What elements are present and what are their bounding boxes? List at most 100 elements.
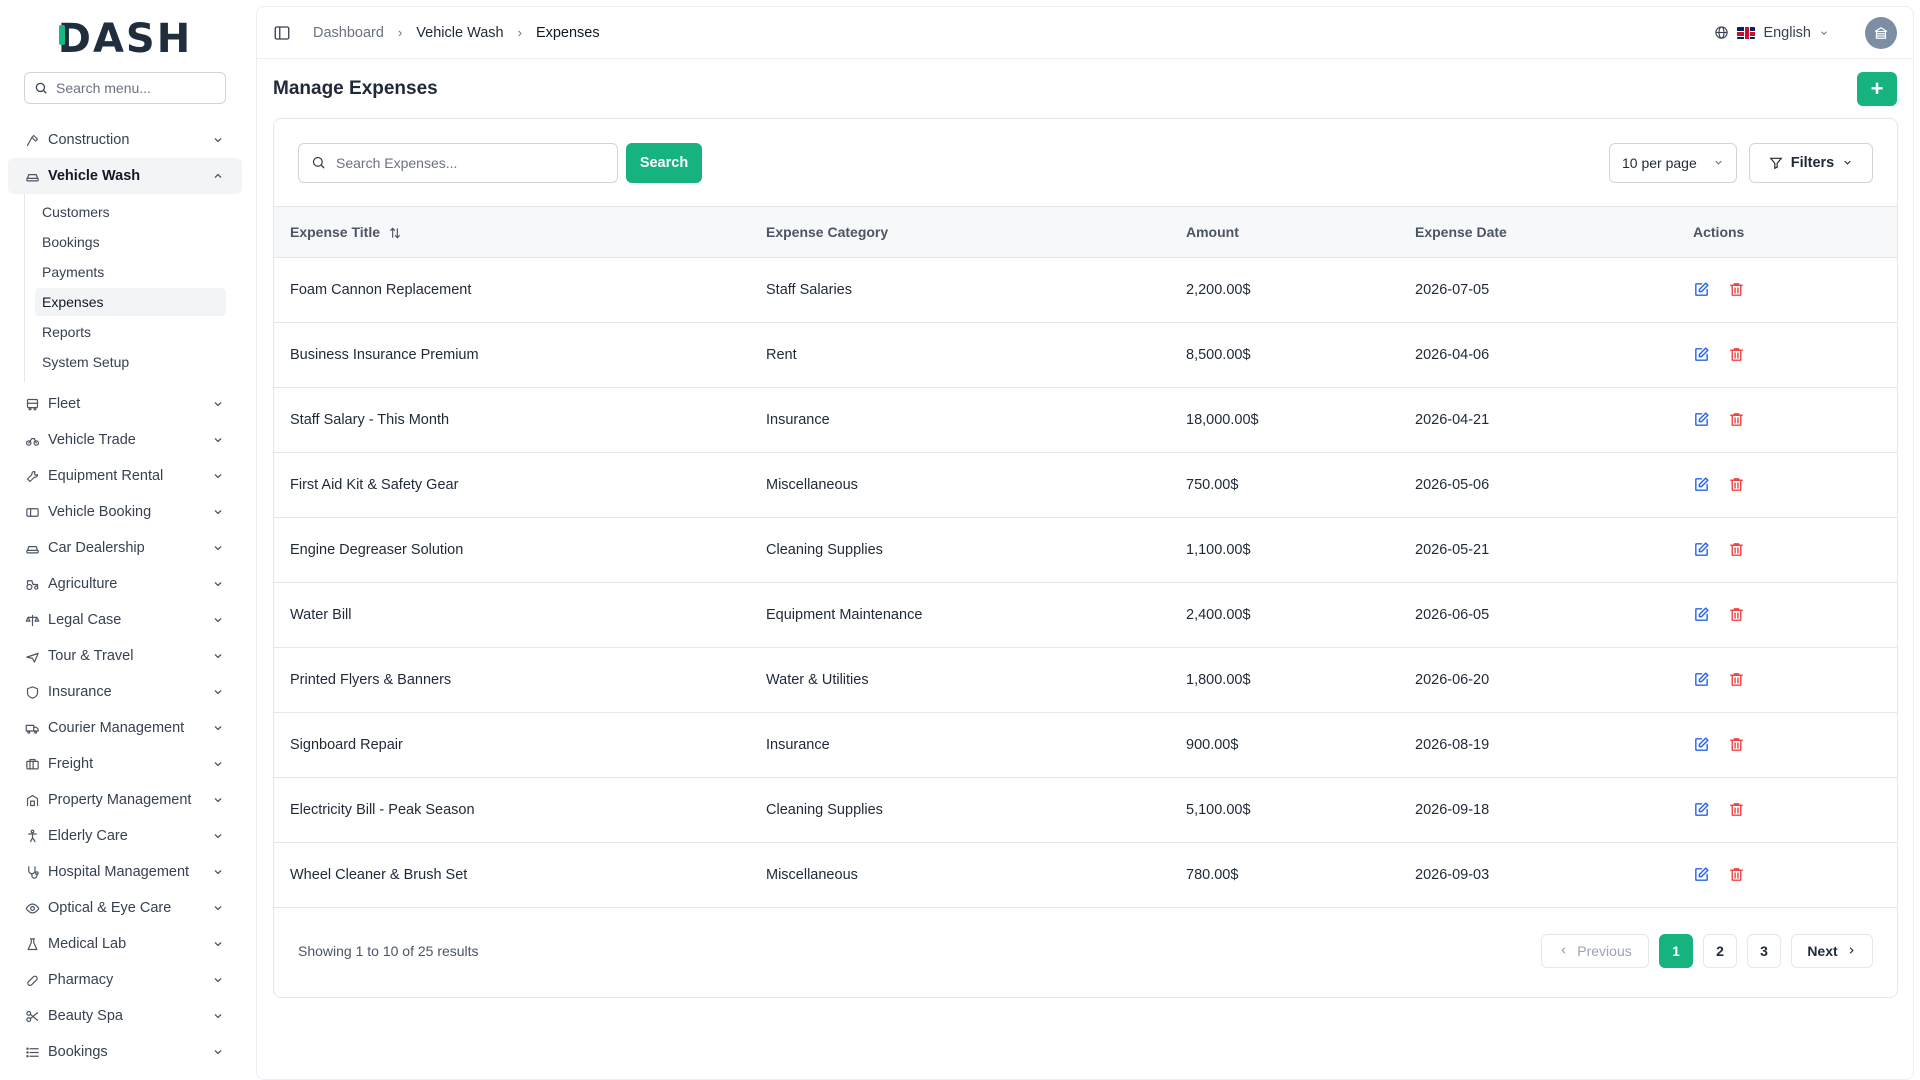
chevron-right-icon: › xyxy=(517,25,522,40)
topbar-right: English xyxy=(1714,16,1897,49)
trash-icon[interactable] xyxy=(1728,346,1745,363)
cell-expense-date: 2026-04-21 xyxy=(1415,411,1490,428)
sidebar-item-freight[interactable]: Freight xyxy=(8,746,242,782)
sidebar-item-construction[interactable]: Construction xyxy=(8,122,242,158)
edit-icon[interactable] xyxy=(1693,411,1710,428)
sort-icon[interactable] xyxy=(388,226,402,240)
cell-expense-date: 2026-06-05 xyxy=(1415,606,1490,623)
page-2-button[interactable]: 2 xyxy=(1703,933,1737,968)
subnav-item-payments[interactable]: Payments xyxy=(35,258,226,286)
hammer-icon xyxy=(24,132,40,148)
cell-actions xyxy=(1677,647,1897,712)
cell-expense-title: Wheel Cleaner & Brush Set xyxy=(290,866,468,883)
chevron-down-icon xyxy=(214,138,222,143)
trash-icon[interactable] xyxy=(1728,606,1745,623)
sidebar-item-label: Vehicle Booking xyxy=(48,504,152,520)
chevron-down-icon xyxy=(214,690,222,695)
add-expense-button[interactable]: + xyxy=(1857,72,1897,106)
chevron-down-icon xyxy=(214,1014,222,1019)
app-logo[interactable]: DASH xyxy=(0,0,250,72)
table-row: Water Bill Equipment Maintenance 2,400.00$… xyxy=(274,582,1897,647)
trash-icon[interactable] xyxy=(1728,866,1745,883)
header-expense-title[interactable]: Expense Title xyxy=(274,207,750,258)
search-expenses-placeholder: Search Expenses... xyxy=(336,154,458,171)
filters-button[interactable]: Filters xyxy=(1749,142,1873,183)
sidebar-item-tour-and-travel[interactable]: Tour & Travel xyxy=(8,638,242,674)
row-actions xyxy=(1693,671,1881,688)
sidebar-item-elderly-care[interactable]: Elderly Care xyxy=(8,818,242,854)
sidebar-item-label: Car Dealership xyxy=(48,540,145,556)
trash-icon[interactable] xyxy=(1728,411,1745,428)
cell-expense-category: Cleaning Supplies xyxy=(766,801,883,818)
search-menu-input[interactable]: Search menu... xyxy=(24,72,226,104)
sidebar-item-car-dealership[interactable]: Car Dealership xyxy=(8,530,242,566)
trash-icon[interactable] xyxy=(1728,281,1745,298)
cell-expense-title: Foam Cannon Replacement xyxy=(290,281,472,298)
trash-icon[interactable] xyxy=(1728,801,1745,818)
tractor-icon xyxy=(24,576,40,592)
cell-actions xyxy=(1677,712,1897,777)
accessibility-icon xyxy=(24,828,40,844)
edit-icon[interactable] xyxy=(1693,541,1710,558)
language-selector[interactable]: English xyxy=(1714,25,1829,41)
search-button[interactable]: Search xyxy=(626,142,702,183)
chevron-right-icon: › xyxy=(397,25,403,40)
cell-expense-date: 2026-04-06 xyxy=(1415,346,1490,363)
subnav-item-system-setup[interactable]: System Setup xyxy=(35,348,226,376)
sidebar-item-pharmacy[interactable]: Pharmacy xyxy=(8,962,242,998)
sidebar-item-label: Construction xyxy=(48,132,130,148)
sidebar-item-vehicle-trade[interactable]: Vehicle Trade xyxy=(8,422,242,458)
edit-icon[interactable] xyxy=(1693,866,1710,883)
sidebar-item-vehicle-booking[interactable]: Vehicle Booking xyxy=(8,494,242,530)
subnav-item-expenses[interactable]: Expenses xyxy=(35,288,226,316)
sidebar-item-medical-lab[interactable]: Medical Lab xyxy=(8,926,242,962)
sidebar-item-insurance[interactable]: Insurance xyxy=(8,674,242,710)
sidebar-toggle-icon[interactable] xyxy=(273,24,291,42)
trash-icon[interactable] xyxy=(1728,671,1745,688)
sidebar-item-label: Courier Management xyxy=(48,720,185,736)
edit-icon[interactable] xyxy=(1693,801,1710,818)
previous-page-button[interactable]: Previous xyxy=(1541,933,1649,968)
sidebar-item-optical-and-eye-care[interactable]: Optical & Eye Care xyxy=(8,890,242,926)
search-expenses-input[interactable]: Search Expenses... xyxy=(298,142,618,183)
breadcrumb-dashboard[interactable]: Dashboard xyxy=(313,25,384,41)
subnav-item-bookings[interactable]: Bookings xyxy=(35,228,226,256)
page-1-button[interactable]: 1 xyxy=(1659,933,1693,968)
per-page-select[interactable]: 10 per page xyxy=(1609,142,1737,183)
cell-actions xyxy=(1677,452,1897,517)
cell-expense-title: Staff Salary - This Month xyxy=(290,411,450,428)
sidebar-nav: Construction Vehicle Wash Customers Booking… xyxy=(0,122,250,1070)
edit-icon[interactable] xyxy=(1693,736,1710,753)
sidebar-item-courier-management[interactable]: Courier Management xyxy=(8,710,242,746)
table-row: Electricity Bill - Peak Season Cleaning S… xyxy=(274,777,1897,842)
sidebar-item-fleet[interactable]: Fleet xyxy=(8,386,242,422)
sidebar-item-legal-case[interactable]: Legal Case xyxy=(8,602,242,638)
trash-icon[interactable] xyxy=(1728,736,1745,753)
sidebar-item-hospital-management[interactable]: Hospital Management xyxy=(8,854,242,890)
sidebar-item-equipment-rental[interactable]: Equipment Rental xyxy=(8,458,242,494)
sidebar-item-vehicle-wash[interactable]: Vehicle Wash xyxy=(8,158,242,194)
breadcrumb-vehicle-wash[interactable]: Vehicle Wash xyxy=(416,25,503,41)
edit-icon[interactable] xyxy=(1693,346,1710,363)
subnav-item-reports[interactable]: Reports xyxy=(35,318,226,346)
chevron-down-icon xyxy=(214,402,222,407)
sidebar-item-bookings[interactable]: Bookings xyxy=(8,1034,242,1070)
edit-icon[interactable] xyxy=(1693,671,1710,688)
trash-icon[interactable] xyxy=(1728,476,1745,493)
sidebar-item-beauty-spa[interactable]: Beauty Spa xyxy=(8,998,242,1034)
sidebar-item-property-management[interactable]: Property Management xyxy=(8,782,242,818)
cell-expense-category: Equipment Maintenance xyxy=(766,606,923,623)
wrench-icon xyxy=(24,468,40,484)
user-avatar[interactable] xyxy=(1865,16,1897,49)
edit-icon[interactable] xyxy=(1693,476,1710,493)
cell-amount: 5,100.00$ xyxy=(1186,801,1251,818)
chevron-up-icon xyxy=(214,173,222,178)
sidebar-item-agriculture[interactable]: Agriculture xyxy=(8,566,242,602)
edit-icon[interactable] xyxy=(1693,606,1710,623)
edit-icon[interactable] xyxy=(1693,281,1710,298)
trash-icon[interactable] xyxy=(1728,541,1745,558)
next-page-button[interactable]: Next xyxy=(1791,933,1873,968)
cell-expense-title: Electricity Bill - Peak Season xyxy=(290,801,475,818)
page-3-button[interactable]: 3 xyxy=(1747,933,1781,968)
subnav-item-customers[interactable]: Customers xyxy=(35,198,226,226)
